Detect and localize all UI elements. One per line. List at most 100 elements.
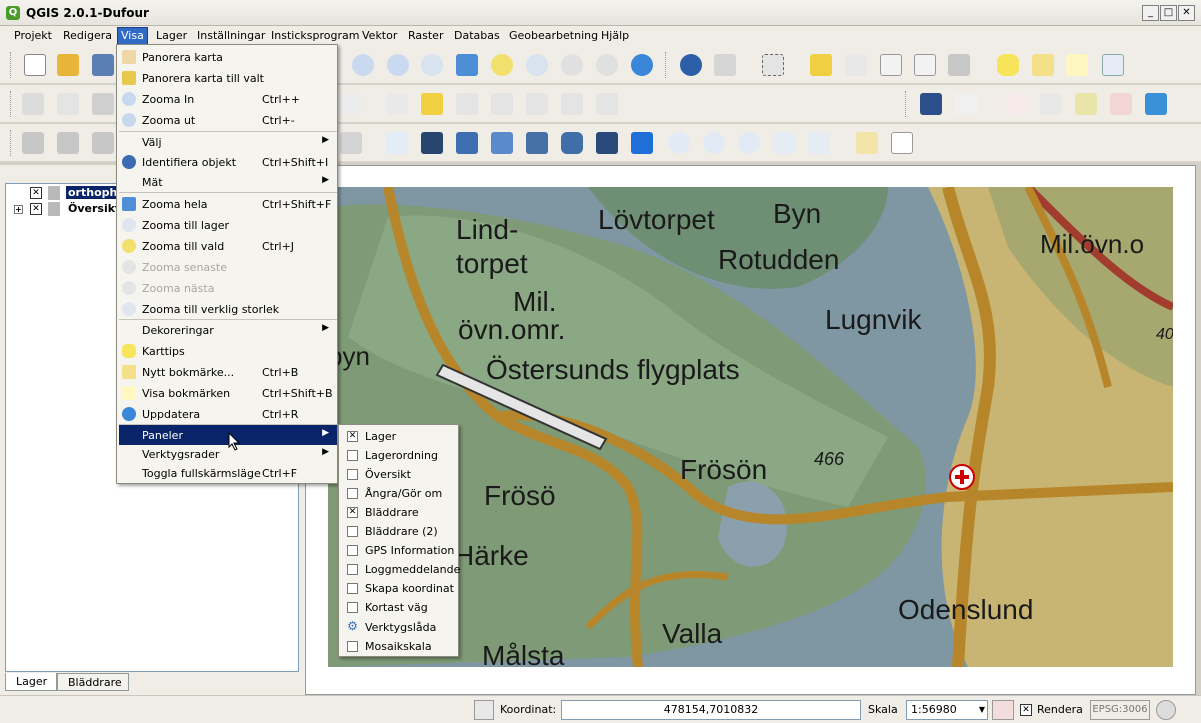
help-icon[interactable]	[920, 93, 942, 115]
expand-icon[interactable]: +	[14, 205, 23, 214]
add-delimited-icon[interactable]	[738, 132, 760, 154]
checkbox-icon[interactable]	[347, 564, 358, 575]
panel-item-verktygslada[interactable]: ⚙ Verktygslåda	[341, 618, 458, 637]
panel-item-lager[interactable]: ✕ Lager	[341, 427, 458, 446]
label-props-icon[interactable]	[596, 93, 618, 115]
whats-this-icon[interactable]	[955, 93, 977, 115]
edit-pencil-icon[interactable]	[57, 93, 79, 115]
checkbox-icon[interactable]	[347, 488, 358, 499]
menu-uppdatera[interactable]: Uppdatera Ctrl+R	[119, 404, 337, 424]
panel-item-skapa-koordinat[interactable]: Skapa koordinat	[341, 579, 458, 598]
menu-zooma-till-vald[interactable]: Zooma till vald Ctrl+J	[119, 236, 337, 256]
topology-icon[interactable]	[1075, 93, 1097, 115]
zoom-out-tool-icon[interactable]	[387, 54, 409, 76]
menu-valj[interactable]: Välj ▶	[119, 132, 337, 152]
refresh-tool-icon[interactable]	[631, 54, 653, 76]
add-globe-icon[interactable]	[703, 132, 725, 154]
checkbox-icon[interactable]	[347, 583, 358, 594]
menu-lager[interactable]: Lager	[156, 29, 187, 42]
menu-hjalp[interactable]: Hjälp	[601, 29, 629, 42]
checkbox-icon[interactable]	[347, 526, 358, 537]
new-spatialite-icon[interactable]	[856, 132, 878, 154]
zoom-full-tool-icon[interactable]	[456, 54, 478, 76]
toggle-coord-icon[interactable]	[474, 700, 494, 720]
tab-lager[interactable]: Lager	[5, 673, 57, 691]
close-button[interactable]: ✕	[1178, 5, 1195, 21]
menu-zooma-senaste[interactable]: Zooma senaste	[119, 257, 337, 277]
menu-zooma-hela[interactable]: Zooma hela Ctrl+Shift+F	[119, 194, 337, 214]
add-oracle-icon[interactable]	[561, 132, 583, 154]
panel-item-lagerordning[interactable]: Lagerordning	[341, 446, 458, 465]
label-rotate-icon[interactable]	[526, 93, 548, 115]
checkbox-icon[interactable]	[347, 450, 358, 461]
new-project-icon[interactable]	[24, 54, 46, 76]
panel-item-kortast-vag[interactable]: Kortast väg	[341, 598, 458, 617]
zoom-in-tool-icon[interactable]	[352, 54, 374, 76]
georef-icon[interactable]	[1145, 93, 1167, 115]
scale-combo[interactable]: 1:56980 ▼	[906, 700, 988, 720]
panel-item-logg[interactable]: Loggmeddelande	[341, 560, 460, 579]
menu-redigera[interactable]: Redigera	[63, 29, 112, 42]
map-tips-tool-icon[interactable]	[997, 54, 1019, 76]
menu-panorera-karta[interactable]: Panorera karta	[119, 47, 337, 67]
zoom-next-tool-icon[interactable]	[596, 54, 618, 76]
maximize-button[interactable]: □	[1160, 5, 1177, 21]
label-change-icon[interactable]	[561, 93, 583, 115]
label-abc-icon[interactable]	[386, 93, 408, 115]
menu-zooma-ut[interactable]: Zooma ut Ctrl+-	[119, 110, 337, 130]
panel-item-oversikt[interactable]: Översikt	[341, 465, 458, 484]
panel-item-bladdrare[interactable]: ✕ Bläddrare	[341, 503, 458, 522]
panel-item-angra[interactable]: Ångra/Gör om	[341, 484, 458, 503]
menu-panorera-till-valt[interactable]: Panorera karta till valt	[119, 68, 337, 88]
panel-item-mosaikskala[interactable]: Mosaikskala	[341, 637, 458, 656]
save-project-icon[interactable]	[92, 54, 114, 76]
checkbox-icon[interactable]	[347, 545, 358, 556]
new-bookmark-tool-icon[interactable]	[1032, 54, 1054, 76]
checkbox-icon[interactable]	[347, 641, 358, 652]
chevron-down-icon[interactable]: ▼	[979, 701, 985, 719]
minimize-button[interactable]: _	[1142, 5, 1159, 21]
layer-checkbox[interactable]: ✕	[30, 187, 42, 199]
identify-tool-icon[interactable]	[680, 54, 702, 76]
label-pin-icon[interactable]	[421, 93, 443, 115]
crs-status-icon[interactable]	[1156, 700, 1176, 720]
show-bookmarks-tool-icon[interactable]	[1066, 54, 1088, 76]
layer-name[interactable]: Översikt	[68, 202, 120, 215]
vector-edit-icon[interactable]	[1110, 93, 1132, 115]
action-tool-icon[interactable]	[714, 54, 736, 76]
label-move-icon[interactable]	[491, 93, 513, 115]
menu-projekt[interactable]: Projekt	[14, 29, 52, 42]
panel-item-gps[interactable]: GPS Information	[341, 541, 458, 560]
menu-nytt-bokmarke[interactable]: Nytt bokmärke... Ctrl+B	[119, 362, 337, 382]
menu-geobearbetning[interactable]: Geobearbetning	[509, 29, 598, 42]
menu-dekoreringar[interactable]: Dekoreringar ▶	[119, 320, 337, 340]
add-gpx-icon[interactable]	[773, 132, 795, 154]
add-wfs-icon[interactable]	[668, 132, 690, 154]
menu-installningar[interactable]: Inställningar	[197, 29, 265, 42]
add-raster-icon[interactable]	[421, 132, 443, 154]
coord-input[interactable]: 478154,7010832	[561, 700, 861, 720]
gps-tool-icon[interactable]	[1040, 93, 1062, 115]
menu-raster[interactable]: Raster	[408, 29, 443, 42]
epsg-button[interactable]: EPSG:3006	[1090, 700, 1150, 720]
add-layer-misc-icon[interactable]	[340, 132, 362, 154]
add-raster-layer-icon[interactable]	[57, 132, 79, 154]
menu-visa-bokmarken[interactable]: Visa bokmärken Ctrl+Shift+B	[119, 383, 337, 403]
zoom-actual-tool-icon[interactable]	[421, 54, 443, 76]
menu-databas[interactable]: Databas	[454, 29, 500, 42]
menu-visa[interactable]: Visa	[117, 27, 148, 45]
save-edits-icon[interactable]	[92, 93, 114, 115]
crosshair-icon[interactable]	[1005, 93, 1027, 115]
label-show-hide-icon[interactable]	[456, 93, 478, 115]
text-annotation-icon[interactable]	[1102, 54, 1124, 76]
stop-render-icon[interactable]	[992, 700, 1014, 720]
remove-layer-icon[interactable]	[891, 132, 913, 154]
menu-zooma-till-lager[interactable]: Zooma till lager	[119, 215, 337, 235]
menu-toggla-fullskarm[interactable]: Toggla fullskärmsläge Ctrl+F	[119, 463, 337, 483]
select-tool-icon[interactable]	[762, 54, 784, 76]
checkbox-checked-icon[interactable]: ✕	[347, 431, 358, 442]
field-calculator-icon[interactable]	[914, 54, 936, 76]
paste-features-icon[interactable]	[340, 93, 362, 115]
menu-zooma-verklig-storlek[interactable]: Zooma till verklig storlek	[119, 299, 337, 319]
attribute-table-icon[interactable]	[880, 54, 902, 76]
